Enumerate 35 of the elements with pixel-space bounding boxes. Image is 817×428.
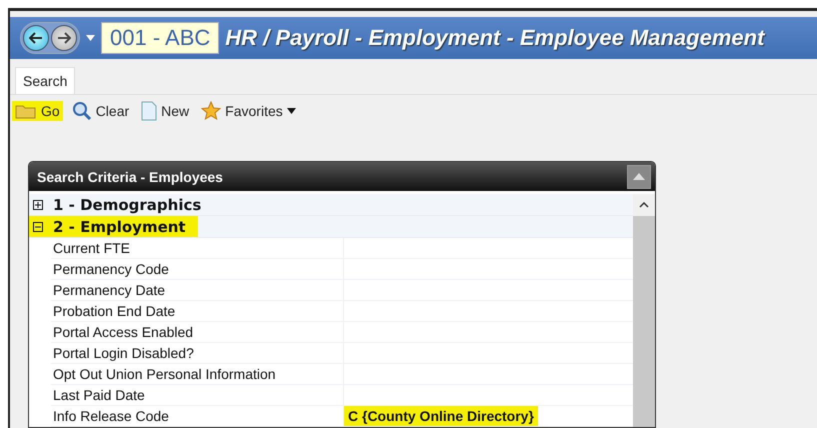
dropdown-caret-icon[interactable] [86, 35, 95, 41]
right-arrow-icon [57, 32, 71, 44]
panel-title: Search Criteria - Employees [37, 168, 223, 184]
field-label: Permanency Date [51, 280, 344, 300]
field-label: Current FTE [51, 238, 344, 258]
new-button[interactable]: New [138, 99, 192, 123]
clear-button[interactable]: Clear [68, 100, 132, 122]
magnifier-icon [72, 102, 92, 120]
field-value[interactable]: C {County Online Directory} [344, 406, 538, 426]
field-label: Opt Out Union Personal Information [51, 364, 344, 384]
window-title: HR / Payroll - Employment - Employee Management [225, 25, 764, 51]
folder-icon [15, 103, 37, 119]
field-label: Portal Login Disabled? [51, 343, 344, 363]
forward-button[interactable] [51, 25, 77, 51]
left-arrow-icon [29, 32, 43, 44]
minus-box-icon [33, 222, 43, 232]
scrollbar[interactable] [633, 194, 655, 427]
star-icon [201, 101, 222, 121]
chevron-up-icon [639, 202, 649, 208]
field-label: Probation End Date [51, 301, 344, 321]
favorites-button[interactable]: Favorites [198, 99, 299, 123]
field-label: Permanency Code [51, 259, 344, 279]
triangle-up-icon [633, 173, 645, 180]
back-button[interactable] [23, 25, 49, 51]
plus-box-icon [33, 200, 43, 210]
document-icon [141, 101, 158, 121]
field-label: Last Paid Date [51, 385, 344, 405]
caret-icon [286, 108, 296, 114]
field-label: Portal Access Enabled [51, 322, 344, 342]
collapse-button[interactable] [627, 164, 651, 188]
tab[interactable]: Search [15, 67, 76, 94]
company-field[interactable]: 001 - ABC [101, 22, 220, 54]
go-button[interactable]: Go [12, 101, 63, 121]
scroll-up-button[interactable] [633, 194, 655, 216]
section-header[interactable]: 2 - Employment [29, 216, 198, 237]
